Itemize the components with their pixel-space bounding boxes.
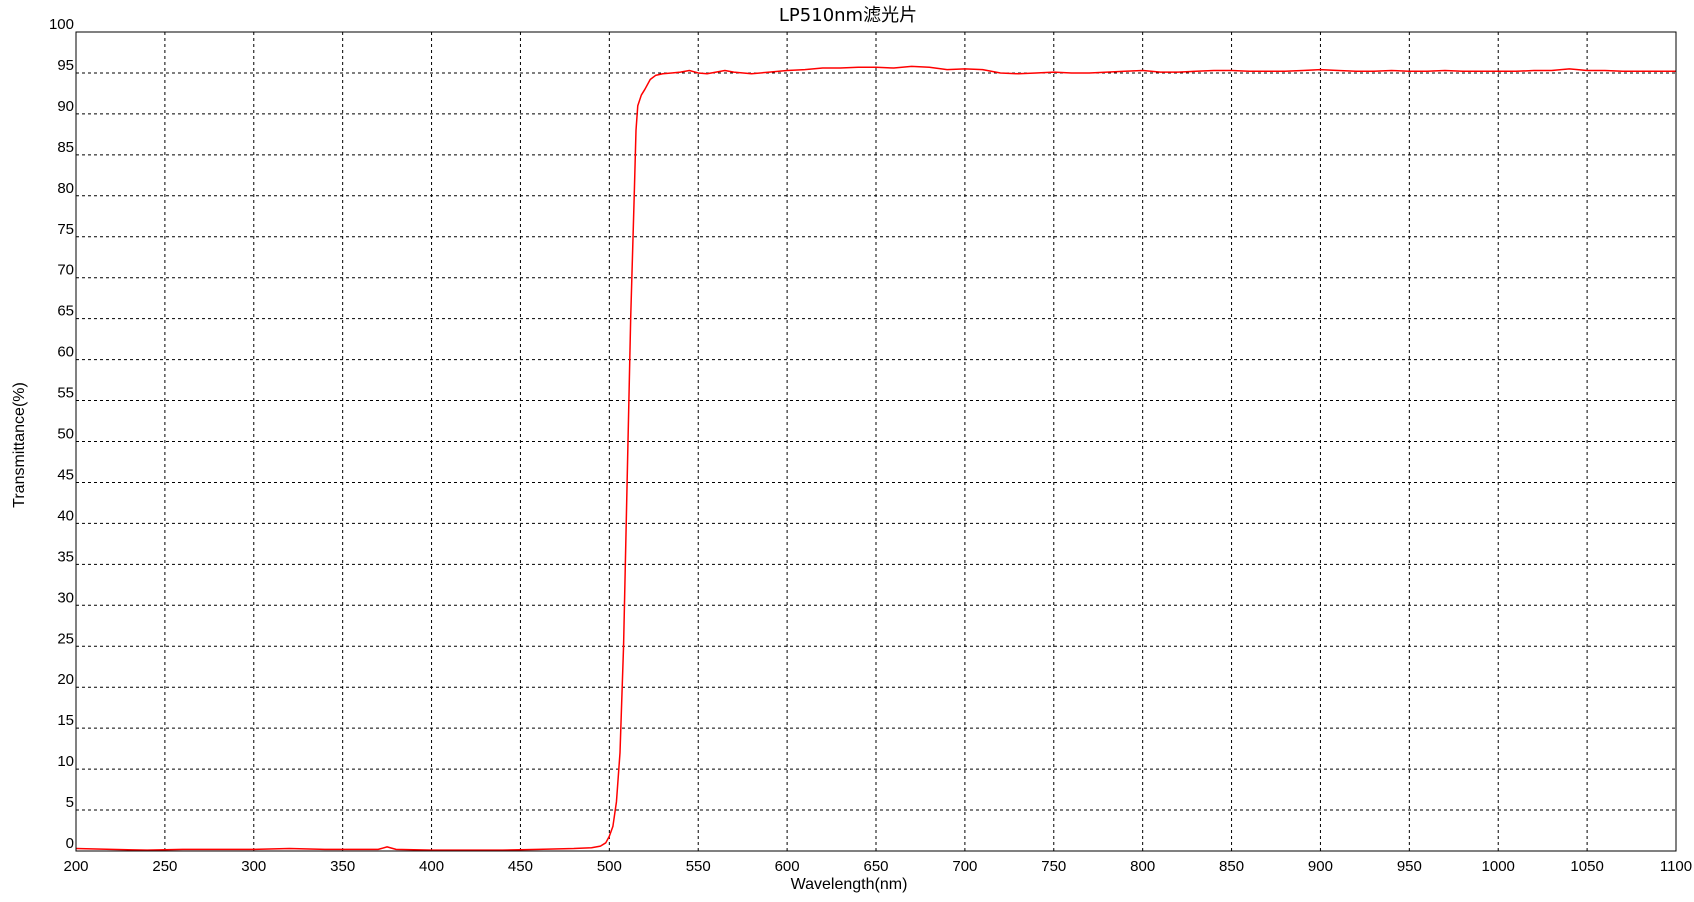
y-tick-label: 60 [57, 344, 74, 361]
y-tick-label: 85 [57, 139, 74, 156]
x-tick-label: 650 [863, 858, 888, 875]
x-tick-labels: 200 250 300 350 400 450 500 550 600 650 700 750 800 8… [63, 858, 1692, 875]
y-tick-label: 5 [66, 794, 74, 811]
y-tick-label: 95 [57, 57, 74, 74]
x-tick-label: 350 [330, 858, 355, 875]
y-tick-label: 20 [57, 671, 74, 688]
y-tick-label: 75 [57, 221, 74, 238]
y-tick-label: 45 [57, 466, 74, 483]
y-tick-label: 40 [57, 507, 74, 524]
x-tick-label: 300 [241, 858, 266, 875]
y-tick-label: 90 [57, 98, 74, 115]
x-tick-label: 800 [1130, 858, 1155, 875]
grid [76, 32, 1676, 851]
y-tick-label: 30 [57, 589, 74, 606]
y-tick-label: 80 [57, 180, 74, 197]
y-tick-label: 15 [57, 712, 74, 729]
y-tick-label: 55 [57, 385, 74, 402]
x-tick-label: 1100 [1660, 858, 1692, 875]
x-tick-label: 600 [775, 858, 800, 875]
x-tick-label: 750 [1041, 858, 1066, 875]
x-axis-title: Wavelength(nm) [791, 876, 908, 893]
y-tick-label: 35 [57, 548, 74, 565]
y-tick-label: 10 [57, 753, 74, 770]
y-tick-label: 65 [57, 303, 74, 320]
x-tick-label: 1000 [1482, 858, 1515, 875]
x-tick-label: 850 [1219, 858, 1244, 875]
y-axis-title: Transmittance(%) [11, 382, 28, 508]
x-tick-label: 700 [952, 858, 977, 875]
x-tick-label: 950 [1397, 858, 1422, 875]
x-tick-label: 500 [597, 858, 622, 875]
chart-title: LP510nm滤光片 [779, 5, 917, 26]
x-tick-label: 1050 [1570, 858, 1603, 875]
x-tick-label: 550 [686, 858, 711, 875]
x-tick-label: 900 [1308, 858, 1333, 875]
y-tick-label: 50 [57, 426, 74, 443]
x-tick-label: 450 [508, 858, 533, 875]
y-tick-label: 0 [66, 835, 74, 852]
y-tick-label: 25 [57, 630, 74, 647]
y-tick-labels: 0 5 10 15 20 25 30 35 40 45 50 55 60 65 70 75 80 85 90 95 10… [49, 16, 74, 852]
y-tick-label: 70 [57, 262, 74, 279]
x-tick-label: 200 [63, 858, 88, 875]
x-tick-label: 400 [419, 858, 444, 875]
transmittance-chart: 200 250 300 350 400 450 500 550 600 650 700 750 800 8… [11, 5, 1692, 893]
y-tick-label: 100 [49, 16, 74, 33]
x-tick-label: 250 [152, 858, 177, 875]
